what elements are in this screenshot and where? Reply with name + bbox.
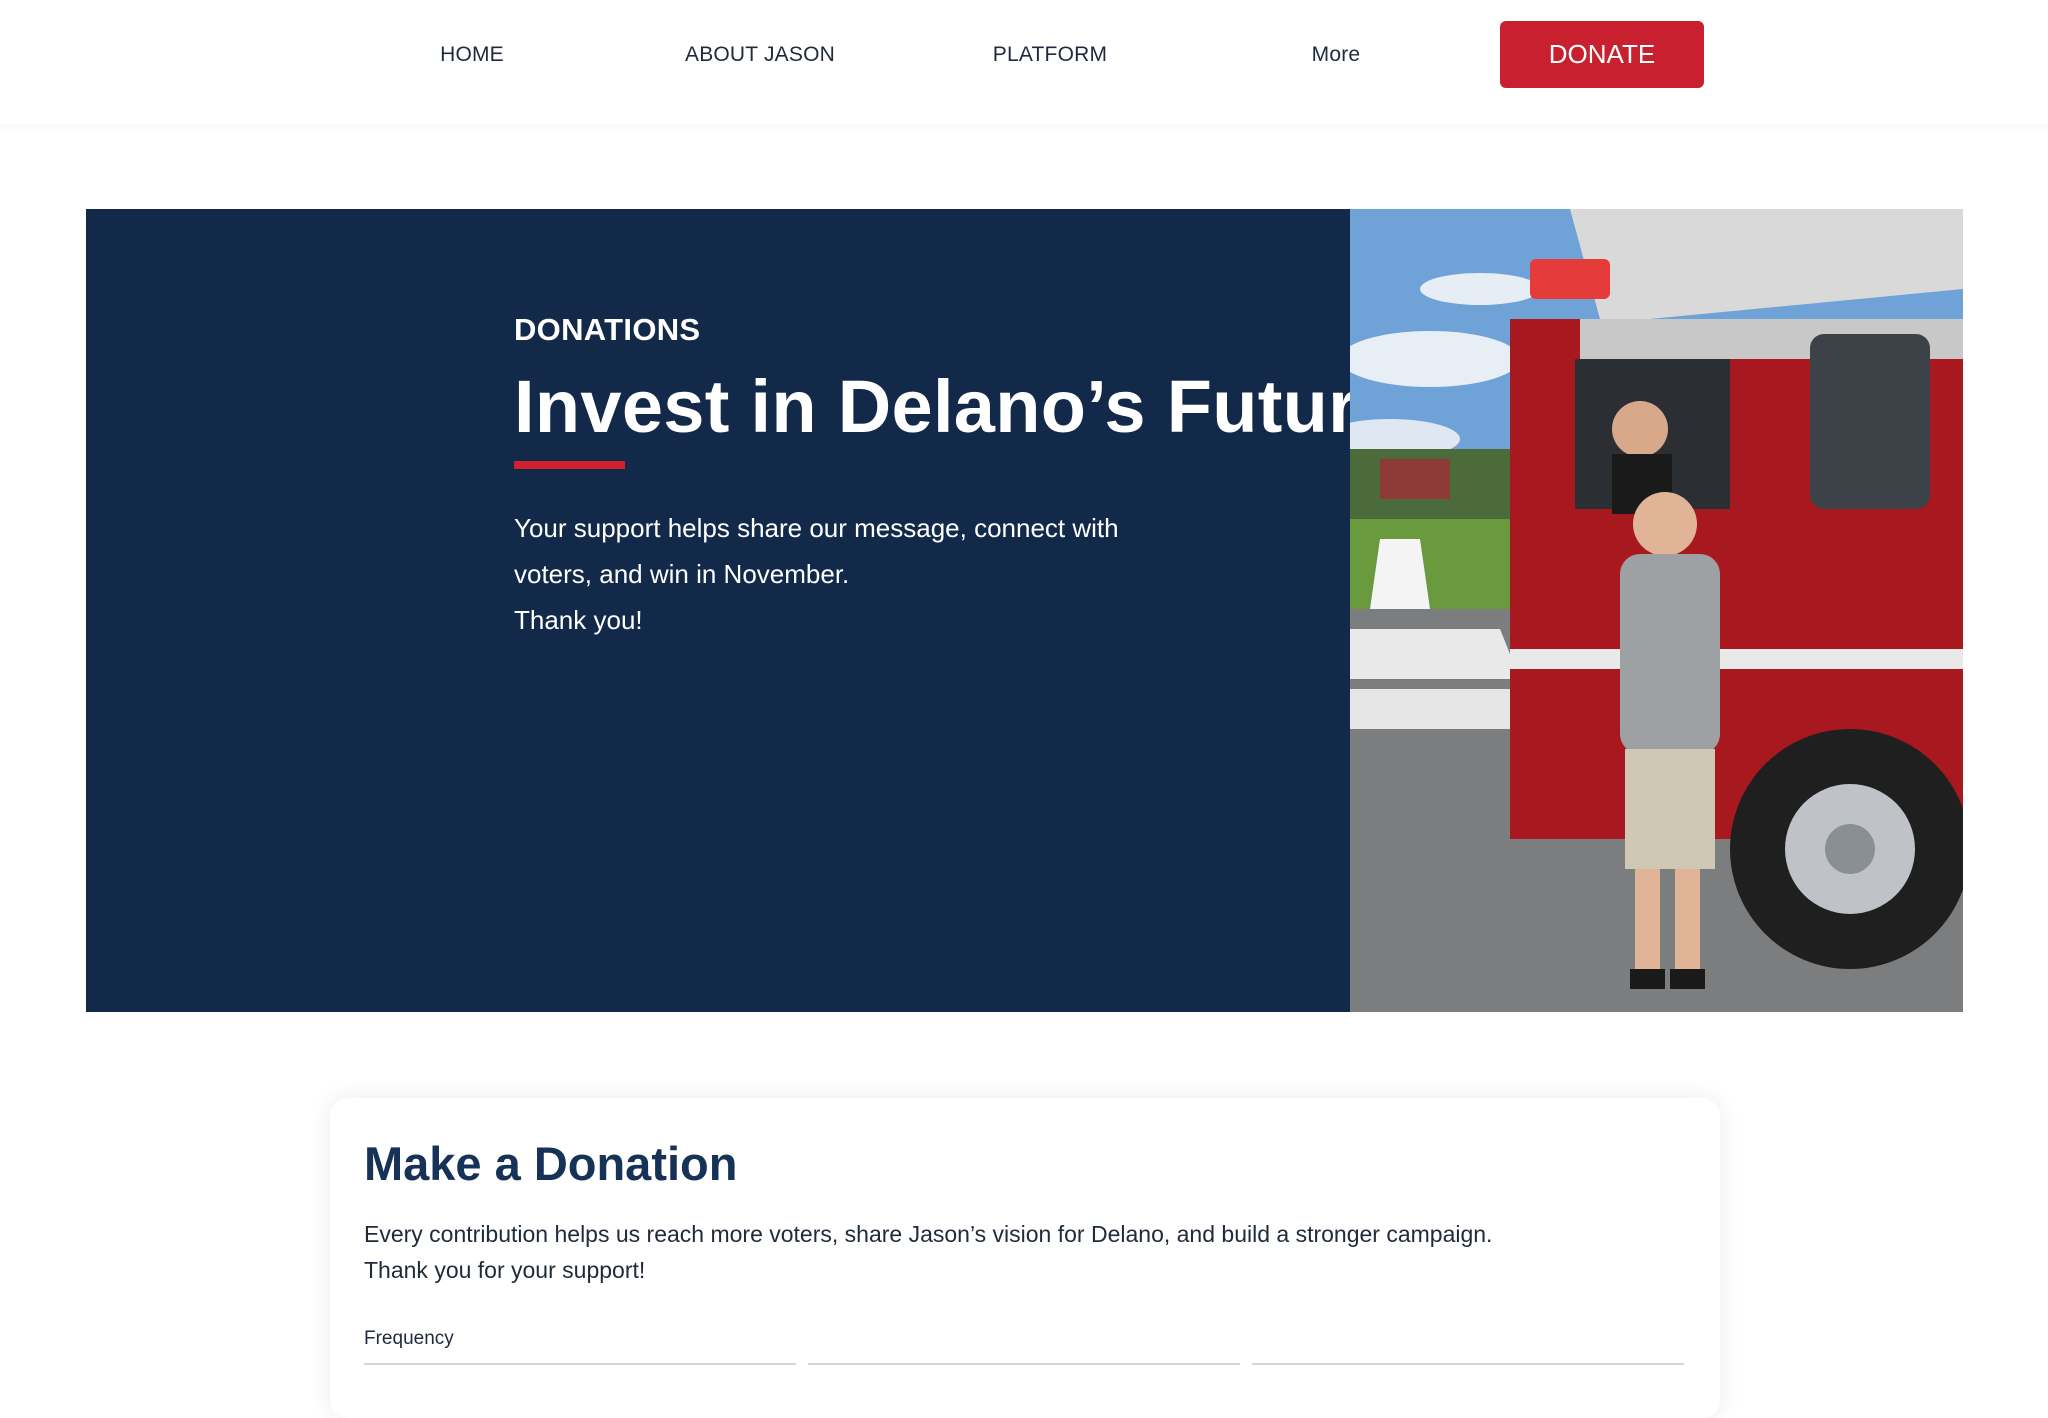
donation-description-line: Thank you for your support! [364,1257,646,1283]
donation-card: Make a Donation Every contribution helps… [330,1098,1720,1418]
hero-body-line: Thank you! [514,605,643,635]
nav-about-link[interactable]: ABOUT JASON [680,40,840,70]
nav-more-link[interactable]: More [1296,40,1376,70]
hero-underline-accent [514,461,625,469]
frequency-label: Frequency [364,1328,454,1349]
nav-platform-link[interactable]: PLATFORM [980,40,1120,70]
hero-body: Your support helps share our message, co… [514,505,1214,643]
frequency-option-1[interactable] [364,1363,796,1415]
frequency-option-2[interactable] [808,1363,1240,1415]
donate-button[interactable]: DONATE [1500,21,1704,88]
donation-description: Every contribution helps us reach more v… [364,1216,1664,1288]
frequency-option-3[interactable] [1252,1363,1684,1415]
donation-description-line: Every contribution helps us reach more v… [364,1221,1493,1247]
nav-home-link[interactable]: HOME [432,40,512,70]
hero-body-line: Your support helps share our message, co… [514,513,1119,543]
donation-title: Make a Donation [364,1137,738,1190]
hero-body-line: voters, and win in November. [514,559,850,589]
hero-title: Invest in Delano’s Future [514,365,1399,448]
hero-photo-fire-truck [1350,209,1963,1012]
hero-eyebrow: DONATIONS [514,312,701,347]
site-header: HOME ABOUT JASON PLATFORM More DONATE [0,0,2048,124]
hero-section: DONATIONS Invest in Delano’s Future Your… [86,209,1963,1012]
